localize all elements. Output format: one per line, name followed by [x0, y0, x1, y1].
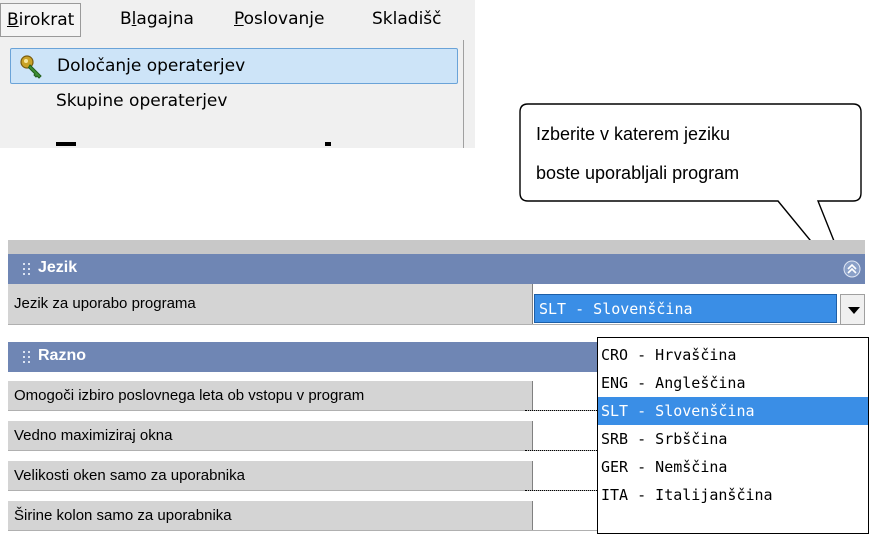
collapse-section-icon[interactable]	[843, 260, 861, 278]
language-option-cro[interactable]: CRO - Hrvaščina	[598, 341, 868, 369]
callout-line-2: boste uporabljali program	[536, 163, 740, 183]
row-separator	[525, 490, 597, 491]
language-option-ita[interactable]: ITA - Italijanščina	[598, 481, 868, 509]
language-option-ger[interactable]: GER - Nemščina	[598, 453, 868, 481]
language-select[interactable]: SLT - Slovenščina	[534, 294, 865, 325]
row-label-cell: Jezik za uporabo programa	[8, 284, 533, 324]
language-select-button[interactable]	[840, 294, 865, 325]
row-label: Omogoči izbiro poslovnega leta ob vstopu…	[14, 387, 365, 404]
chevron-down-icon	[848, 307, 860, 314]
row-label-cell: Širine kolon samo za uporabnika	[8, 501, 533, 530]
language-option-eng[interactable]: ENG - Angleščina	[598, 369, 868, 397]
language-select-value[interactable]: SLT - Slovenščina	[534, 294, 837, 323]
language-options-list[interactable]: CRO - Hrvaščina ENG - Angleščina SLT - S…	[597, 337, 869, 534]
grip-icon	[23, 263, 30, 275]
callout-line-1: Izberite v katerem jeziku	[536, 124, 731, 144]
row-label: Širine kolon samo za uporabnika	[14, 507, 232, 524]
language-option-srb[interactable]: SRB - Srbščina	[598, 425, 868, 453]
row-label: Vedno maximiziraj okna	[14, 427, 173, 444]
row-separator	[525, 450, 597, 451]
section-header-jezik[interactable]: Jezik	[8, 254, 865, 284]
grip-icon	[23, 351, 30, 363]
row-label-cell: Velikosti oken samo za uporabnika	[8, 461, 533, 490]
grid-top-edge	[8, 240, 865, 254]
section-title-razno: Razno	[38, 347, 86, 364]
language-option-slt[interactable]: SLT - Slovenščina	[598, 397, 868, 425]
language-row-label: Jezik za uporabo programa	[14, 295, 196, 312]
row-label-cell: Omogoči izbiro poslovnega leta ob vstopu…	[8, 381, 533, 410]
row-label: Velikosti oken samo za uporabnika	[14, 467, 245, 484]
row-separator	[525, 410, 597, 411]
section-title-jezik: Jezik	[38, 259, 78, 276]
row-label-cell: Vedno maximiziraj okna	[8, 421, 533, 450]
settings-grid: Jezik Jezik za uporabo programa SLT - Sl…	[0, 240, 873, 538]
